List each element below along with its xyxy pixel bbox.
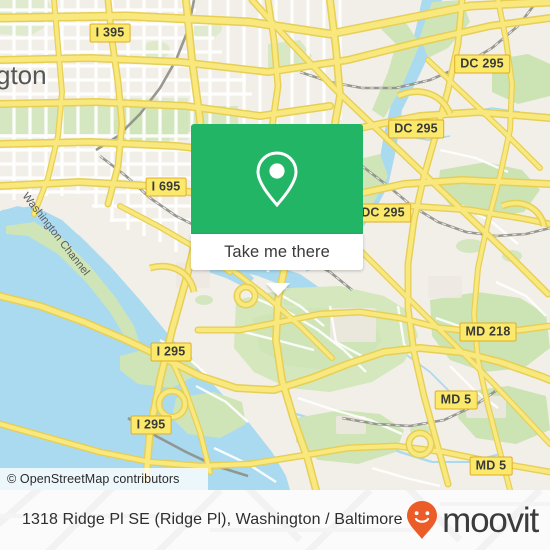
road-shield-label: DC 295: [460, 56, 504, 71]
road-shield-label: MD 218: [465, 324, 511, 339]
road-shield: I 295: [130, 415, 172, 435]
map-canvas[interactable]: gton Washington Channel I 395 DC 295 DC 29…: [0, 0, 550, 490]
road-shield: I 295: [150, 342, 192, 362]
osm-attribution-text: © OpenStreetMap contributors: [7, 472, 180, 486]
road-shield-label: DC 295: [361, 205, 405, 220]
road-shield: DC 295: [388, 119, 444, 139]
road-shield-label: I 295: [136, 417, 166, 432]
road-shield: MD 5: [469, 456, 513, 476]
road-shield-label: MD 5: [475, 458, 507, 473]
take-me-there-label: Take me there: [224, 242, 330, 261]
take-me-there-button[interactable]: Take me there: [191, 234, 363, 270]
footer-address: 1318 Ridge Pl SE (Ridge Pl), Washington …: [22, 511, 403, 528]
map-label-washington: gton: [0, 60, 47, 90]
road-shield: I 395: [89, 23, 131, 43]
callout-image-panel: [191, 124, 363, 234]
road-shield-label: I 295: [156, 344, 186, 359]
moovit-logo[interactable]: moovit: [406, 500, 539, 540]
osm-attribution[interactable]: © OpenStreetMap contributors: [0, 468, 208, 490]
road-shield-label: DC 295: [394, 121, 438, 136]
road-shield: DC 295: [454, 54, 510, 74]
callout-tail: [266, 283, 290, 296]
road-shield-label: I 695: [151, 179, 181, 194]
road-shield: DC 295: [355, 203, 411, 223]
road-shield: I 695: [145, 177, 187, 197]
footer-bar: 1318 Ridge Pl SE (Ridge Pl), Washington …: [0, 490, 550, 550]
moovit-wordmark: moovit: [442, 500, 539, 540]
location-callout[interactable]: Take me there: [191, 124, 363, 296]
moovit-pin-icon: [407, 501, 438, 539]
road-shield: MD 218: [459, 322, 517, 342]
moovit-map-screenshot: gton Washington Channel I 395 DC 295 DC 29…: [0, 0, 550, 550]
road-shield: MD 5: [434, 390, 478, 410]
map-pin-icon: [256, 151, 298, 208]
road-shield-label: MD 5: [440, 392, 472, 407]
road-shield-label: I 395: [95, 25, 125, 40]
